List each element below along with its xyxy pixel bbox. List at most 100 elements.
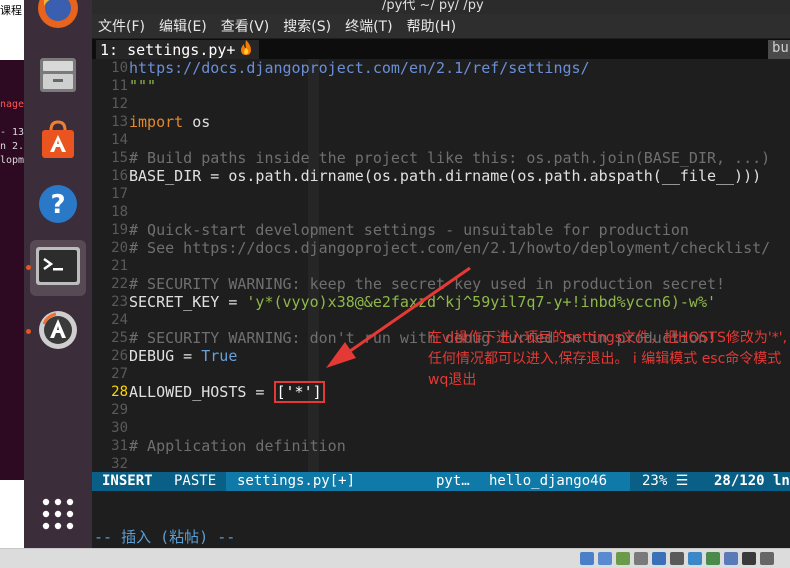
line-number: 28 bbox=[111, 384, 128, 400]
menu-view[interactable]: 查看(V) bbox=[221, 16, 270, 36]
code-line[interactable]: 15 # Build paths inside the project like … bbox=[92, 149, 790, 167]
file-name: settings.py[+] bbox=[226, 472, 416, 491]
code-line[interactable]: 21 bbox=[92, 257, 790, 275]
menu-terminal[interactable]: 终端(T) bbox=[345, 16, 392, 36]
project-name: hello_django46 bbox=[472, 472, 630, 491]
window-title: /py代 ~/ py/ /py bbox=[382, 0, 484, 13]
launcher: ? bbox=[24, 0, 116, 548]
line-text: # SECURITY WARNING: keep the secret key … bbox=[129, 275, 725, 293]
svg-text:?: ? bbox=[50, 190, 65, 220]
code-line[interactable]: 31 # Application definition bbox=[92, 437, 790, 455]
code-line[interactable]: 29 bbox=[92, 401, 790, 419]
keyboard-icon[interactable] bbox=[724, 552, 738, 565]
help-launcher[interactable]: ? bbox=[30, 178, 86, 234]
line-number: 15 bbox=[111, 150, 128, 166]
code-token: 'y*(vyyo)x38@&e2faxzd^kj^59yil7q7-y+!inb… bbox=[246, 293, 717, 311]
line-text: # Quick-start development settings - uns… bbox=[129, 221, 689, 239]
files-icon bbox=[36, 52, 80, 100]
vim-tabline: 1: settings.py+ bu bbox=[92, 39, 790, 59]
line-number: 31 bbox=[111, 438, 128, 454]
mode-indicator: INSERT bbox=[92, 472, 170, 491]
line-number: 12 bbox=[111, 96, 128, 112]
code-line[interactable]: 14 bbox=[92, 131, 790, 149]
help-icon: ? bbox=[36, 182, 80, 230]
files-launcher[interactable] bbox=[30, 48, 86, 104]
code-line[interactable]: 13 import os bbox=[92, 113, 790, 131]
usb-icon[interactable] bbox=[616, 552, 630, 565]
display-icon[interactable] bbox=[670, 552, 684, 565]
code-token: https://docs.djangoproject.com/en/2.1/re… bbox=[129, 59, 590, 77]
code-line[interactable]: 20 # See https://docs.djangoproject.com/e… bbox=[92, 239, 790, 257]
terminal-icon bbox=[35, 246, 81, 290]
code-line[interactable]: 23 SECRET_KEY = 'y*(vyyo)x38@&e2faxzd^kj^… bbox=[92, 293, 790, 311]
code-line[interactable]: 30 bbox=[92, 419, 790, 437]
menu-edit[interactable]: 编辑(E) bbox=[159, 16, 207, 36]
code-token: # See https://docs.djangoproject.com/en/… bbox=[129, 239, 771, 257]
code-line[interactable]: 16 BASE_DIR = os.path.dirname(os.path.dir… bbox=[92, 167, 790, 185]
line-number: 24 bbox=[111, 312, 128, 328]
line-number: 18 bbox=[111, 204, 128, 220]
running-indicator bbox=[26, 329, 31, 334]
command-line[interactable]: -- 插入 (粘帖) -- bbox=[92, 491, 790, 548]
code-token: # SECURITY WARNING: keep the secret key … bbox=[129, 275, 726, 293]
code-line[interactable]: 10 https://docs.djangoproject.com/en/2.1/… bbox=[92, 59, 790, 77]
recording-icon[interactable] bbox=[688, 552, 702, 565]
line-number: 19 bbox=[111, 222, 128, 238]
menu-file[interactable]: 文件(F) bbox=[98, 16, 145, 36]
line-number: 29 bbox=[111, 402, 128, 418]
background-text: 课程 bbox=[0, 4, 22, 17]
optical-drive-icon[interactable] bbox=[598, 552, 612, 565]
code-editor[interactable]: 10 https://docs.djangoproject.com/en/2.1/… bbox=[92, 59, 790, 472]
line-number: 16 bbox=[111, 168, 128, 184]
software-center-launcher[interactable] bbox=[30, 114, 86, 170]
audio-icon[interactable] bbox=[634, 552, 648, 565]
scroll-percent: 23% ☰ bbox=[630, 472, 692, 491]
network-icon[interactable] bbox=[580, 552, 594, 565]
menu-help[interactable]: 帮助(H) bbox=[407, 16, 456, 36]
background-text: lopme bbox=[0, 155, 24, 166]
line-number: 26 bbox=[111, 348, 128, 364]
line-text: BASE_DIR = os.path.dirname(os.path.dirna… bbox=[129, 167, 761, 185]
host-key-icon[interactable] bbox=[760, 552, 774, 565]
shared-folder-icon[interactable] bbox=[652, 552, 666, 565]
menu-bar: 文件(F) 编辑(E) 查看(V) 搜索(S) 终端(T) 帮助(H) bbox=[92, 14, 790, 38]
tab-settings-py[interactable]: 1: settings.py+ bbox=[96, 39, 260, 60]
app-grid-icon bbox=[40, 496, 76, 536]
terminal-launcher[interactable] bbox=[26, 240, 86, 296]
code-line[interactable]: 11 """ bbox=[92, 77, 790, 95]
firefox-launcher[interactable] bbox=[30, 0, 86, 38]
menu-search[interactable]: 搜索(S) bbox=[283, 16, 331, 36]
terminal-window[interactable]: /py代 ~/ py/ /py 文件(F) 编辑(E) 查看(V) 搜索(S) … bbox=[92, 0, 790, 548]
code-line[interactable]: 24 bbox=[92, 311, 790, 329]
line-text: SECRET_KEY = 'y*(vyyo)x38@&e2faxzd^kj^59… bbox=[129, 293, 716, 311]
line-number: 14 bbox=[111, 132, 128, 148]
code-line[interactable]: 22 # SECURITY WARNING: keep the secret ke… bbox=[92, 275, 790, 293]
line-number: 27 bbox=[111, 366, 128, 382]
line-number: 22 bbox=[111, 276, 128, 292]
line-number: 25 bbox=[111, 330, 128, 346]
line-text: # Application definition bbox=[129, 437, 346, 455]
code-line[interactable]: 12 bbox=[92, 95, 790, 113]
code-line[interactable]: 17 bbox=[92, 185, 790, 203]
mouse-integration-icon[interactable] bbox=[742, 552, 756, 565]
host-taskbar bbox=[0, 548, 790, 568]
software-updater-launcher[interactable] bbox=[26, 304, 86, 360]
line-text: # See https://docs.djangoproject.com/en/… bbox=[129, 239, 770, 257]
fire-icon bbox=[239, 39, 253, 60]
code-line[interactable]: 18 bbox=[92, 203, 790, 221]
title-bar: /py代 ~/ py/ /py bbox=[92, 0, 790, 14]
firefox-icon bbox=[36, 0, 80, 34]
software-center-icon bbox=[36, 118, 80, 166]
show-applications-launcher[interactable] bbox=[30, 488, 86, 544]
code-line[interactable]: 19 # Quick-start development settings - u… bbox=[92, 221, 790, 239]
command-line-text: -- 插入 (粘帖) -- bbox=[94, 528, 236, 546]
status-line: INSERT PASTE settings.py[+] pyt… hello_d… bbox=[92, 472, 790, 491]
code-token: os bbox=[183, 113, 211, 131]
cursor-position: 28/120 ln bbox=[692, 472, 790, 491]
code-line[interactable]: 32 bbox=[92, 455, 790, 473]
code-token: # Application definition bbox=[129, 437, 346, 455]
line-text: import os bbox=[129, 113, 210, 131]
line-text: """ bbox=[129, 77, 156, 95]
buffer-indicator: bu bbox=[768, 40, 790, 59]
cpu-icon[interactable] bbox=[706, 552, 720, 565]
